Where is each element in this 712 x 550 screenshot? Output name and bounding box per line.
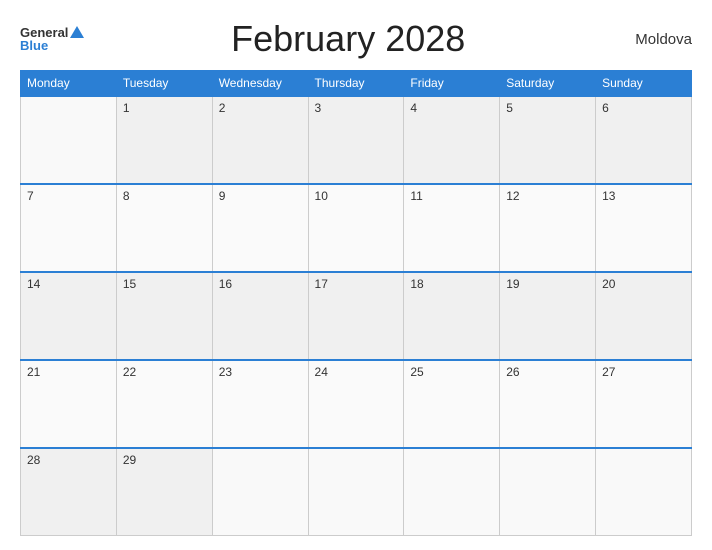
- day-number: 18: [410, 277, 423, 291]
- day-number: 14: [27, 277, 40, 291]
- day-cell: 21: [21, 360, 117, 448]
- day-number: 6: [602, 101, 609, 115]
- logo-triangle-icon: [70, 26, 84, 38]
- day-cell: 16: [212, 272, 308, 360]
- week-row-3: 21 22 23 24 25 26 27: [21, 360, 692, 448]
- day-number: 26: [506, 365, 519, 379]
- header-thursday: Thursday: [308, 71, 404, 97]
- day-cell: 4: [404, 96, 500, 184]
- day-number: 7: [27, 189, 34, 203]
- day-number: 16: [219, 277, 232, 291]
- day-number: 24: [315, 365, 328, 379]
- day-number: 28: [27, 453, 40, 467]
- header-friday: Friday: [404, 71, 500, 97]
- week-row-2: 14 15 16 17 18 19 20: [21, 272, 692, 360]
- day-cell: 10: [308, 184, 404, 272]
- day-number: 13: [602, 189, 615, 203]
- day-number: 5: [506, 101, 513, 115]
- header-tuesday: Tuesday: [116, 71, 212, 97]
- day-number: 8: [123, 189, 130, 203]
- day-cell: 1: [116, 96, 212, 184]
- day-number: 10: [315, 189, 328, 203]
- day-number: 9: [219, 189, 226, 203]
- day-cell: 11: [404, 184, 500, 272]
- logo-blue-text: Blue: [20, 39, 48, 52]
- day-cell: 3: [308, 96, 404, 184]
- day-cell: 24: [308, 360, 404, 448]
- day-number: 4: [410, 101, 417, 115]
- day-number: 29: [123, 453, 136, 467]
- week-row-4: 28 29: [21, 448, 692, 536]
- header-sunday: Sunday: [596, 71, 692, 97]
- day-cell: 14: [21, 272, 117, 360]
- day-number: 23: [219, 365, 232, 379]
- day-cell: 19: [500, 272, 596, 360]
- day-cell: [596, 448, 692, 536]
- day-number: 21: [27, 365, 40, 379]
- day-cell: [21, 96, 117, 184]
- country-label: Moldova: [612, 31, 692, 48]
- day-cell: 6: [596, 96, 692, 184]
- day-cell: [308, 448, 404, 536]
- header-wednesday: Wednesday: [212, 71, 308, 97]
- day-cell: 18: [404, 272, 500, 360]
- day-cell: 13: [596, 184, 692, 272]
- day-number: 17: [315, 277, 328, 291]
- week-row-0: 1 2 3 4 5 6: [21, 96, 692, 184]
- week-row-1: 7 8 9 10 11 12 13: [21, 184, 692, 272]
- day-number: 15: [123, 277, 136, 291]
- day-number: 1: [123, 101, 130, 115]
- day-cell: 28: [21, 448, 117, 536]
- day-cell: 7: [21, 184, 117, 272]
- day-number: 25: [410, 365, 423, 379]
- day-cell: 25: [404, 360, 500, 448]
- header-monday: Monday: [21, 71, 117, 97]
- day-cell: 27: [596, 360, 692, 448]
- logo: General Blue: [20, 26, 84, 52]
- day-cell: 29: [116, 448, 212, 536]
- day-cell: 20: [596, 272, 692, 360]
- day-number: 3: [315, 101, 322, 115]
- day-number: 22: [123, 365, 136, 379]
- calendar-page: General Blue February 2028 Moldova Monda…: [0, 0, 712, 550]
- calendar-title: February 2028: [84, 18, 612, 60]
- day-cell: [500, 448, 596, 536]
- day-cell: 12: [500, 184, 596, 272]
- day-cell: 23: [212, 360, 308, 448]
- day-number: 12: [506, 189, 519, 203]
- day-cell: 9: [212, 184, 308, 272]
- day-cell: 26: [500, 360, 596, 448]
- day-headers-row: Monday Tuesday Wednesday Thursday Friday…: [21, 71, 692, 97]
- day-cell: [404, 448, 500, 536]
- day-cell: 2: [212, 96, 308, 184]
- header-saturday: Saturday: [500, 71, 596, 97]
- day-number: 20: [602, 277, 615, 291]
- day-cell: 15: [116, 272, 212, 360]
- day-number: 19: [506, 277, 519, 291]
- day-cell: 5: [500, 96, 596, 184]
- day-cell: 22: [116, 360, 212, 448]
- day-number: 11: [410, 189, 422, 203]
- day-cell: [212, 448, 308, 536]
- header: General Blue February 2028 Moldova: [20, 18, 692, 60]
- day-cell: 17: [308, 272, 404, 360]
- calendar-table: Monday Tuesday Wednesday Thursday Friday…: [20, 70, 692, 536]
- day-number: 2: [219, 101, 226, 115]
- day-cell: 8: [116, 184, 212, 272]
- day-number: 27: [602, 365, 615, 379]
